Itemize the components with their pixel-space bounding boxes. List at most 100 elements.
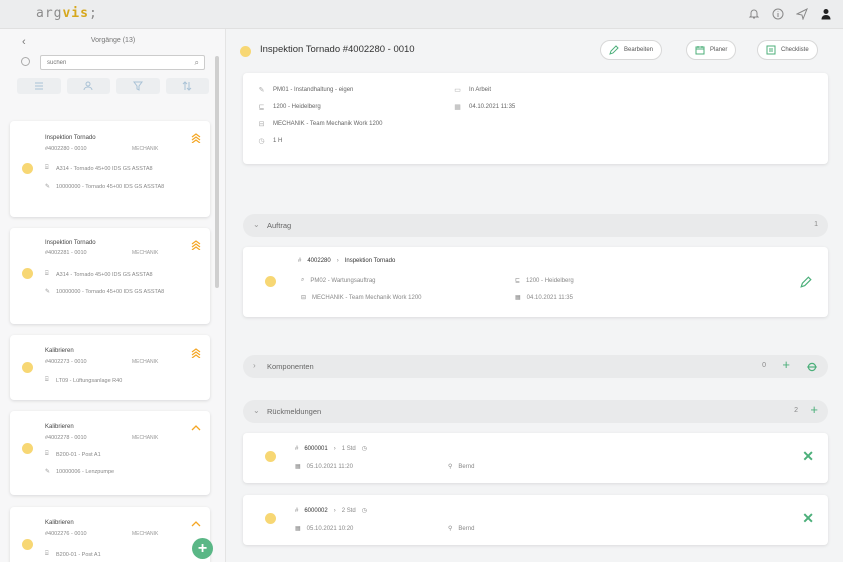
section-komponenten[interactable]: › Komponenten 0 + [243, 355, 828, 378]
operations-sidebar: ‹ Vorgänge (13) ⌕ Inspektion Tornado #40… [0, 29, 226, 562]
order-plant: 1200 - Heidelberg [526, 277, 574, 284]
tool-icon: ✎ [45, 289, 51, 295]
scan-icon[interactable] [806, 361, 818, 373]
operation-card[interactable]: Inspektion Tornado #4002281 - 0010 MECHA… [10, 228, 210, 324]
order-number: 4002280 [307, 258, 331, 264]
order-type: PM01 - Instandhaltung - eigen [273, 87, 354, 93]
hash-icon: # [298, 258, 302, 264]
clock-icon: ◷ [361, 508, 367, 514]
person-icon: ⚲ [448, 526, 453, 532]
confirmation-qty: 1 Std [341, 445, 356, 452]
tool-icon: ✎ [45, 469, 51, 475]
add-confirmation-button[interactable]: + [810, 402, 818, 417]
top-bar: argvis; [0, 0, 843, 29]
card-number: #4002273 - 0010 [45, 359, 87, 365]
card-title: Inspektion Tornado [45, 240, 96, 246]
equipment-icon: ⌸ [45, 551, 49, 557]
search-icon[interactable]: ⌕ [195, 58, 199, 68]
list-icon [34, 82, 43, 90]
bell-icon[interactable] [747, 7, 761, 21]
confirmation-card[interactable]: #6000002 › 2 Std ◷ ▦ 05.10.2021 10:20 ⚲ Bernd… [243, 495, 828, 545]
calendar-icon: ▦ [295, 526, 301, 532]
section-rueckmeldungen[interactable]: ⌄ Rückmeldungen 2 + [243, 400, 828, 423]
filter-button[interactable] [116, 78, 160, 94]
sort-button[interactable] [165, 78, 209, 94]
card-number: #4002280 - 0010 [45, 146, 87, 152]
checklist-icon [766, 45, 776, 55]
priority-high-icon [191, 348, 201, 358]
calendar-icon [695, 46, 705, 55]
confirmation-card[interactable]: #6000001 › 1 Std ◷ ▦ 05.10.2021 11:20 ⚲ Bernd… [243, 433, 828, 483]
card-equipment: A314 - Tornado 45+00 IDS GS ASSTA8 [56, 272, 153, 278]
section-auftrag[interactable]: ⌄ Auftrag 1 [243, 214, 828, 237]
add-component-button[interactable]: + [782, 357, 790, 372]
plant-icon: ⊑ [515, 278, 521, 284]
app-logo[interactable]: argvis; [36, 6, 98, 21]
confirmation-date: 05.10.2021 11:20 [306, 463, 353, 470]
equipment-icon: ⌸ [45, 377, 49, 383]
equipment-icon: ⌸ [45, 271, 49, 277]
priority-high-icon [191, 133, 201, 143]
card-material: 10000006 - Lenzpumpe [56, 469, 115, 475]
status-dot [265, 451, 276, 462]
card-workcenter: MECHANIK [132, 531, 159, 537]
user-icon[interactable] [819, 7, 833, 21]
calendar-icon: ▦ [295, 464, 301, 470]
chevron-down-icon: ⌄ [253, 406, 260, 415]
workcenter: MECHANIK - Team Mechanik Work 1200 [273, 121, 383, 127]
order-date: 04.10.2021 11:35 [526, 294, 573, 301]
status-dot [265, 513, 276, 524]
list-view-button[interactable] [17, 78, 61, 94]
section-count: 0 [762, 362, 766, 369]
operation-card[interactable]: Kalibrieren #4002278 - 0010 MECHANIK ⌸ B… [10, 411, 210, 495]
workcenter-icon: ⊟ [301, 295, 307, 301]
order-card[interactable]: #4002280 › Inspektion Tornado ⌕ PM02 - Wart… [243, 247, 828, 317]
card-workcenter: MECHANIK [132, 435, 159, 441]
card-title: Inspektion Tornado [45, 135, 96, 141]
confirmation-number: 6000002 [304, 507, 328, 514]
pencil-icon[interactable] [800, 276, 812, 288]
checklist-button[interactable]: Checkliste [757, 40, 818, 60]
chevron-right-icon: › [253, 361, 256, 370]
send-icon[interactable] [795, 7, 809, 21]
search-input[interactable] [41, 56, 181, 69]
filter-icon [132, 81, 143, 91]
select-all-radio[interactable] [21, 57, 30, 66]
person-filter-button[interactable] [66, 78, 110, 94]
hash-icon: # [295, 445, 299, 452]
status: In Arbeit [469, 87, 492, 93]
card-material: 10000000 - Tornado 45+00 IDS GS ASSTA8 [56, 289, 165, 295]
add-operation-button[interactable]: + [192, 538, 213, 559]
delete-confirmation-button[interactable]: ✕ [802, 510, 814, 527]
pencil-icon [609, 45, 619, 55]
planer-button[interactable]: Planer [686, 40, 737, 60]
operation-card[interactable]: Kalibrieren #4002276 - 0010 MECHANIK ⌸ B… [10, 507, 210, 562]
calendar-icon: ▦ [515, 295, 521, 301]
equipment-icon: ⌸ [45, 451, 49, 457]
search-icon: ⌕ [301, 277, 305, 283]
info-card: ✎ PM01 - Instandhaltung - eigen ⊑ 1200 - H… [243, 73, 828, 164]
section-count: 2 [794, 407, 798, 414]
calendar-icon: ▦ [454, 104, 461, 111]
operation-card[interactable]: Inspektion Tornado #4002280 - 0010 MECHA… [10, 121, 210, 217]
edit-button[interactable]: Bearbeiten [600, 40, 663, 60]
page-title: Inspektion Tornado #4002280 - 0010 [260, 44, 415, 55]
status-dot [22, 268, 33, 279]
clock-icon: ◷ [258, 138, 265, 145]
sort-icon [182, 81, 192, 91]
operation-card[interactable]: Kalibrieren #4002273 - 0010 MECHANIK ⌸ L… [10, 335, 210, 400]
plant: 1200 - Heidelberg [273, 104, 321, 110]
card-number: #4002281 - 0010 [45, 250, 87, 256]
sidebar-scrollbar[interactable] [215, 56, 219, 288]
confirmation-date: 05.10.2021 10:20 [306, 525, 354, 532]
card-equipment: A314 - Tornado 45+00 IDS GS ASSTA8 [56, 166, 153, 172]
priority-medium-icon [191, 521, 201, 527]
card-material: 10000000 - Tornado 45+00 IDS GS ASSTA8 [56, 184, 165, 190]
search-field[interactable]: ⌕ [40, 55, 205, 70]
status-dot [265, 276, 276, 287]
clock-icon: ◷ [361, 446, 367, 452]
info-icon[interactable] [771, 7, 785, 21]
delete-confirmation-button[interactable]: ✕ [802, 448, 814, 465]
card-workcenter: MECHANIK [132, 146, 159, 152]
priority-medium-icon [191, 425, 201, 431]
